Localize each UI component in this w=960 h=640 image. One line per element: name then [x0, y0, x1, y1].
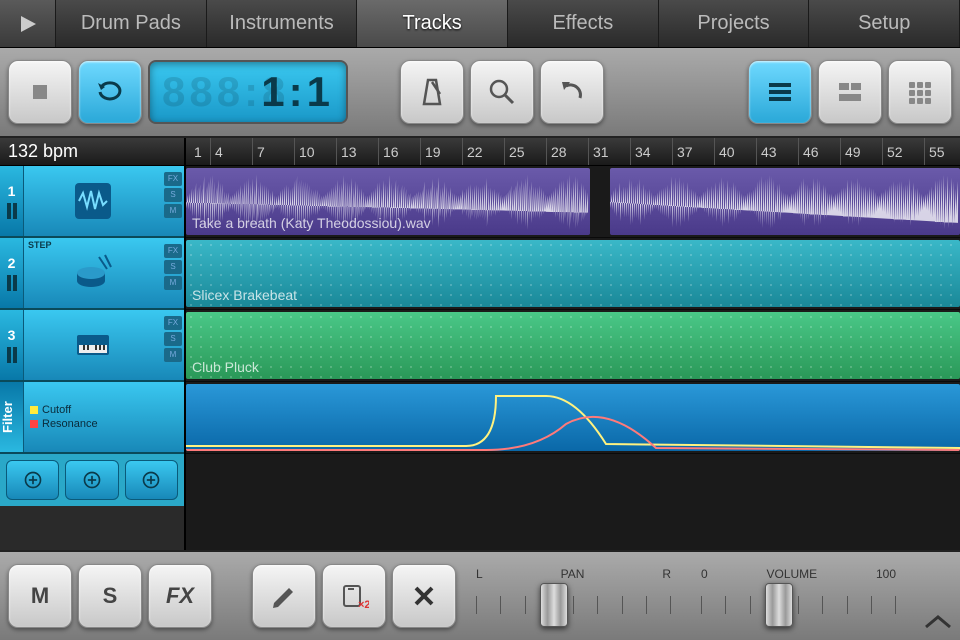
- pan-thumb[interactable]: [540, 583, 568, 627]
- solo-badge[interactable]: S: [164, 332, 182, 346]
- pattern-clip-3[interactable]: Club Pluck: [186, 312, 960, 379]
- position-display[interactable]: 888:8 1:1: [148, 60, 348, 124]
- ruler-tick: 43: [756, 138, 798, 165]
- ruler-tick: 4: [210, 138, 252, 165]
- play-button[interactable]: [0, 0, 56, 47]
- tab-instruments[interactable]: Instruments: [207, 0, 358, 47]
- tab-drum-pads[interactable]: Drum Pads: [56, 0, 207, 47]
- tab-projects[interactable]: Projects: [659, 0, 810, 47]
- ruler-tick: 46: [798, 138, 840, 165]
- view-grid-button[interactable]: [888, 60, 952, 124]
- ruler-tick: 40: [714, 138, 756, 165]
- fx-badge[interactable]: FX: [164, 316, 182, 330]
- fx-badge[interactable]: FX: [164, 244, 182, 258]
- toolbar: 888:8 1:1: [0, 48, 960, 138]
- keys-track-icon: [24, 310, 162, 380]
- edit-button[interactable]: [252, 564, 316, 628]
- solo-badge[interactable]: S: [164, 188, 182, 202]
- bottom-bar: M S FX ×2 L PAN R 0 VOLUME 100: [0, 550, 960, 640]
- ruler-tick: 7: [252, 138, 294, 165]
- volume-slider[interactable]: [701, 585, 896, 625]
- audio-clip-1a[interactable]: Take a breath (Katy Theodossiou).wav: [186, 168, 590, 235]
- add-track-button-1[interactable]: [6, 460, 59, 500]
- loop-button[interactable]: [78, 60, 142, 124]
- track-header-1[interactable]: 1 FX S M: [0, 166, 184, 238]
- add-track-button-3[interactable]: [125, 460, 178, 500]
- ruler-tick: 49: [840, 138, 882, 165]
- mute-badge[interactable]: M: [164, 348, 182, 362]
- track-lane-2[interactable]: Slicex Brakebeat: [186, 238, 960, 310]
- ruler-tick: 52: [882, 138, 924, 165]
- ruler-tick: 25: [504, 138, 546, 165]
- ruler-tick: 55: [924, 138, 960, 165]
- tab-effects[interactable]: Effects: [508, 0, 659, 47]
- audio-track-icon: [24, 166, 162, 236]
- duplicate-button[interactable]: ×2: [322, 564, 386, 628]
- ruler-tick: 37: [672, 138, 714, 165]
- ruler-tick: 16: [378, 138, 420, 165]
- view-list-button[interactable]: [748, 60, 812, 124]
- track-lane-filter[interactable]: [186, 382, 960, 454]
- track-lane-1[interactable]: Take a breath (Katy Theodossiou).wav: [186, 166, 960, 238]
- timeline-ruler[interactable]: 14710131619222528313437404346495255: [186, 138, 960, 166]
- tab-setup[interactable]: Setup: [809, 0, 960, 47]
- svg-text:×2: ×2: [358, 599, 369, 611]
- pan-slider-group: L PAN R: [466, 567, 681, 625]
- audio-clip-1b[interactable]: [610, 168, 960, 235]
- volume-thumb[interactable]: [765, 583, 793, 627]
- expand-button[interactable]: [916, 551, 952, 640]
- track-lane-3[interactable]: Club Pluck: [186, 310, 960, 382]
- filter-track-header[interactable]: Filter Cutoff Resonance: [0, 382, 184, 454]
- automation-clip[interactable]: [186, 384, 960, 451]
- undo-button[interactable]: [540, 60, 604, 124]
- zoom-button[interactable]: [470, 60, 534, 124]
- ruler-tick: 13: [336, 138, 378, 165]
- delete-button[interactable]: [392, 564, 456, 628]
- ruler-tick: 22: [462, 138, 504, 165]
- pan-slider[interactable]: [476, 585, 671, 625]
- fx-button[interactable]: FX: [148, 564, 212, 628]
- track-header-2[interactable]: 2 STEP FX S M: [0, 238, 184, 310]
- ruler-tick: 28: [546, 138, 588, 165]
- ruler-tick: 10: [294, 138, 336, 165]
- mute-button[interactable]: M: [8, 564, 72, 628]
- pattern-clip-2[interactable]: Slicex Brakebeat: [186, 240, 960, 307]
- tempo-display[interactable]: 132 bpm: [0, 138, 184, 166]
- mute-badge[interactable]: M: [164, 276, 182, 290]
- solo-button[interactable]: S: [78, 564, 142, 628]
- stop-button[interactable]: [8, 60, 72, 124]
- ruler-tick: 19: [420, 138, 462, 165]
- ruler-tick: 1: [186, 138, 210, 165]
- track-header-3[interactable]: 3 FX S M: [0, 310, 184, 382]
- view-split-button[interactable]: [818, 60, 882, 124]
- drum-track-icon: STEP: [24, 238, 162, 308]
- tab-tracks[interactable]: Tracks: [357, 0, 508, 47]
- metronome-button[interactable]: [400, 60, 464, 124]
- ruler-tick: 31: [588, 138, 630, 165]
- fx-badge[interactable]: FX: [164, 172, 182, 186]
- track-headers-column: 132 bpm 1 FX S M 2 STEP FX S M: [0, 138, 186, 550]
- volume-slider-group: 0 VOLUME 100: [691, 567, 906, 625]
- mute-badge[interactable]: M: [164, 204, 182, 218]
- ruler-tick: 34: [630, 138, 672, 165]
- add-track-button-2[interactable]: [65, 460, 118, 500]
- solo-badge[interactable]: S: [164, 260, 182, 274]
